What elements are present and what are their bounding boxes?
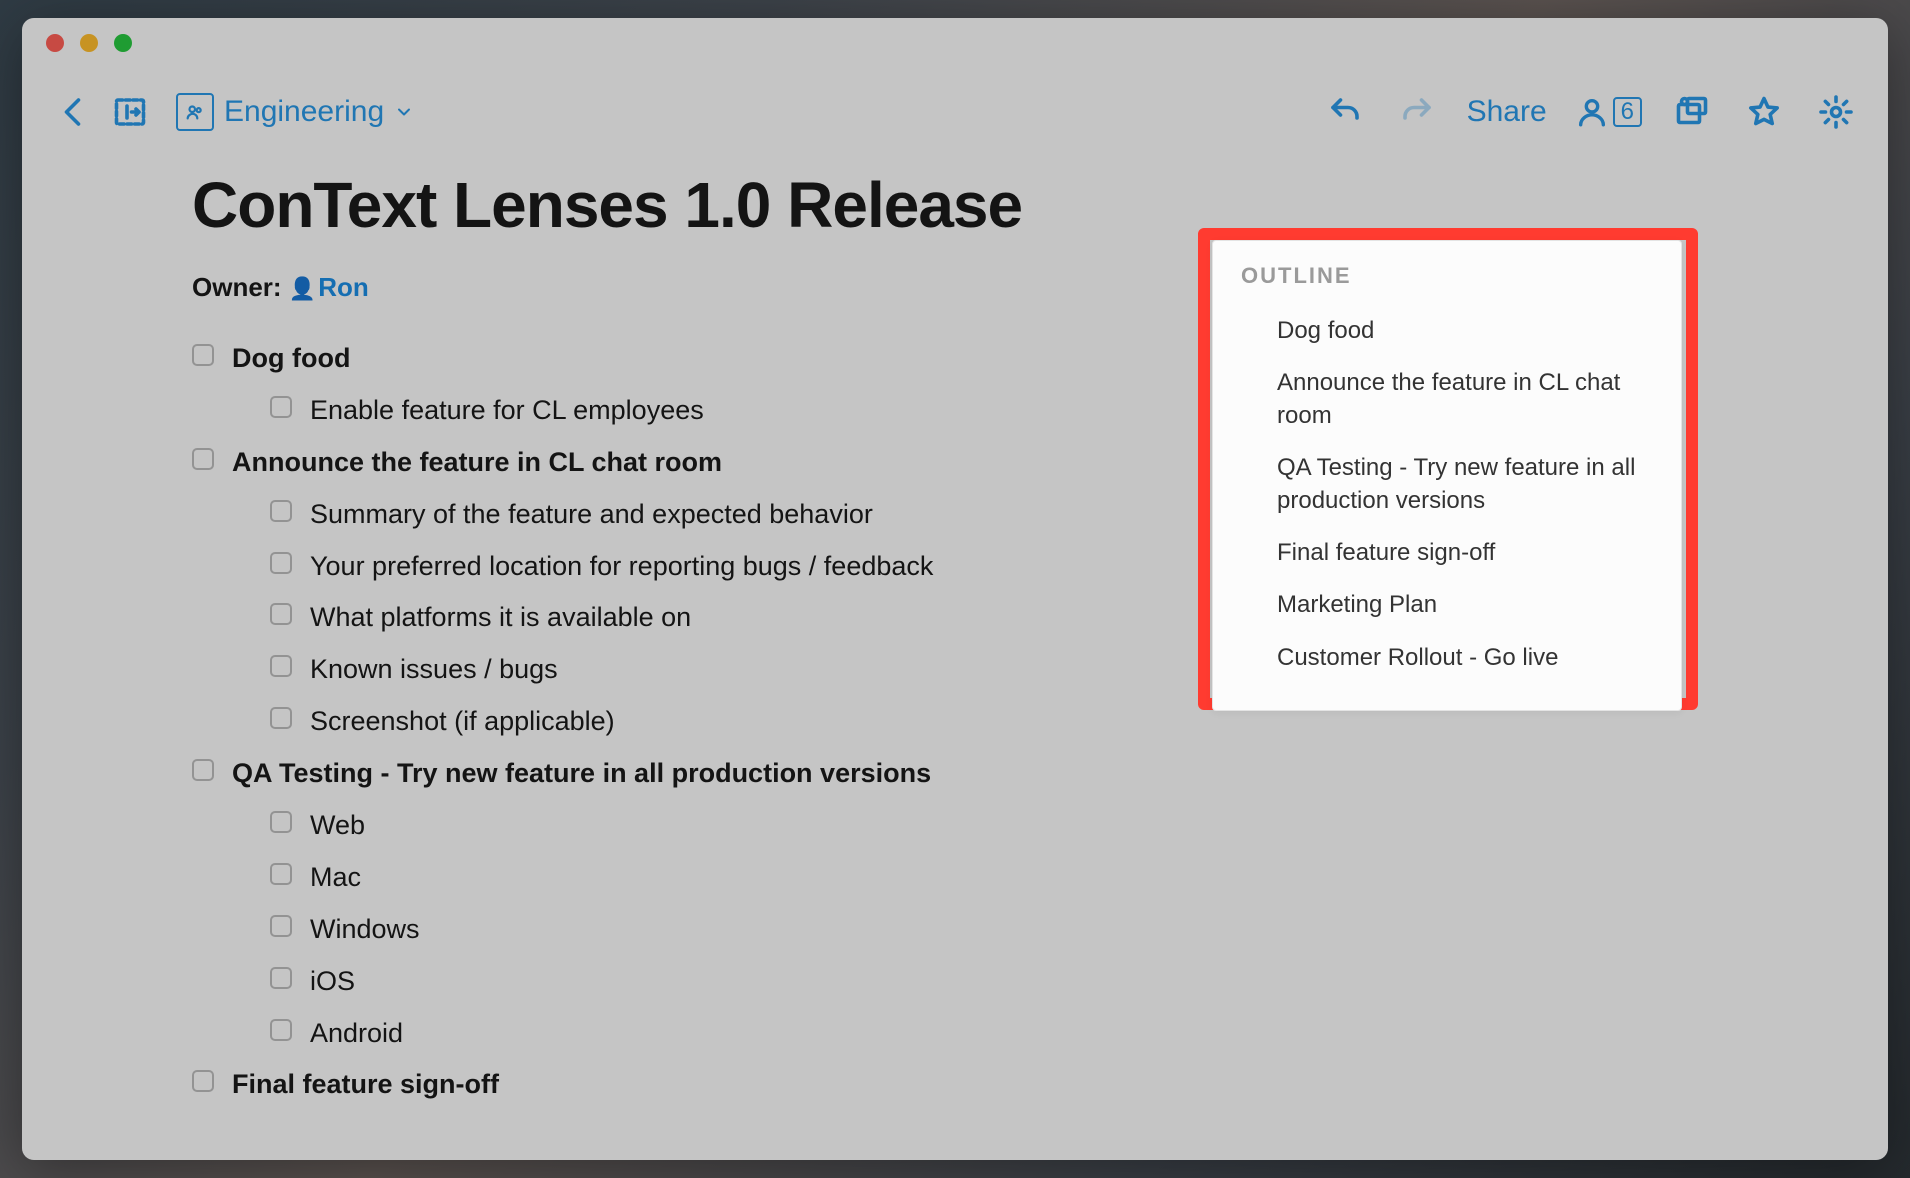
undo-button[interactable] xyxy=(1323,90,1367,134)
checklist-item-text[interactable]: Mac xyxy=(310,855,1828,901)
outline-title: OUTLINE xyxy=(1241,263,1653,289)
checkbox[interactable] xyxy=(270,500,292,522)
checklist-item[interactable]: iOS xyxy=(192,956,1828,1008)
checkbox[interactable] xyxy=(192,759,214,781)
outline-item[interactable]: Marketing Plan xyxy=(1241,579,1653,631)
checkbox[interactable] xyxy=(192,448,214,470)
breadcrumb-label: Engineering xyxy=(224,95,384,129)
checklist-heading[interactable]: QA Testing - Try new feature in all prod… xyxy=(192,748,1828,800)
outline-item[interactable]: QA Testing - Try new feature in all prod… xyxy=(1241,442,1653,527)
checklist-heading-text[interactable]: QA Testing - Try new feature in all prod… xyxy=(232,751,1828,797)
folder-people-icon xyxy=(176,93,214,131)
checklist-item[interactable]: Mac xyxy=(192,852,1828,904)
checkbox[interactable] xyxy=(270,655,292,677)
favorite-button[interactable] xyxy=(1742,90,1786,134)
settings-button[interactable] xyxy=(1814,90,1858,134)
owner-mention[interactable]: Ron xyxy=(289,272,369,302)
checkbox[interactable] xyxy=(270,603,292,625)
followers-button[interactable]: 6 xyxy=(1575,95,1642,129)
outline-item[interactable]: Dog food xyxy=(1241,305,1653,357)
redo-button[interactable] xyxy=(1395,90,1439,134)
checkbox[interactable] xyxy=(192,344,214,366)
checkbox[interactable] xyxy=(270,396,292,418)
checkbox[interactable] xyxy=(270,967,292,989)
back-button[interactable] xyxy=(52,90,96,134)
outline-item[interactable]: Customer Rollout - Go live xyxy=(1241,632,1653,684)
checklist-item[interactable]: Windows xyxy=(192,904,1828,956)
checklist-item-text[interactable]: Android xyxy=(310,1011,1828,1057)
checkbox[interactable] xyxy=(192,1070,214,1092)
outline-item[interactable]: Announce the feature in CL chat room xyxy=(1241,357,1653,442)
traffic-lights xyxy=(46,34,132,52)
checklist-item[interactable]: Web xyxy=(192,800,1828,852)
app-window: Engineering Share 6 xyxy=(22,18,1888,1160)
checklist-heading[interactable]: Final feature sign-off xyxy=(192,1059,1828,1111)
person-icon xyxy=(1575,95,1609,129)
followers-count: 6 xyxy=(1613,97,1642,127)
outline-panel[interactable]: OUTLINE Dog foodAnnounce the feature in … xyxy=(1212,240,1682,711)
checkbox[interactable] xyxy=(270,811,292,833)
outline-item[interactable]: Final feature sign-off xyxy=(1241,527,1653,579)
toolbar: Engineering Share 6 xyxy=(22,82,1888,142)
checkbox[interactable] xyxy=(270,915,292,937)
breadcrumb[interactable]: Engineering xyxy=(176,93,414,131)
checkbox[interactable] xyxy=(270,1019,292,1041)
checkbox[interactable] xyxy=(270,863,292,885)
checkbox[interactable] xyxy=(270,552,292,574)
presentation-button[interactable] xyxy=(1670,90,1714,134)
checklist-heading-text[interactable]: Final feature sign-off xyxy=(232,1062,1828,1108)
checklist-item-text[interactable]: Web xyxy=(310,803,1828,849)
close-window-button[interactable] xyxy=(46,34,64,52)
toggle-sidebar-button[interactable] xyxy=(108,90,152,134)
checklist-item-text[interactable]: Windows xyxy=(310,907,1828,953)
checklist-item[interactable]: Android xyxy=(192,1008,1828,1060)
checkbox[interactable] xyxy=(270,707,292,729)
share-button[interactable]: Share xyxy=(1467,95,1547,129)
chevron-down-icon xyxy=(394,102,414,122)
checklist-item-text[interactable]: iOS xyxy=(310,959,1828,1005)
minimize-window-button[interactable] xyxy=(80,34,98,52)
zoom-window-button[interactable] xyxy=(114,34,132,52)
owner-label: Owner: xyxy=(192,272,282,302)
page-title[interactable]: ConText Lenses 1.0 Release xyxy=(192,168,1828,242)
